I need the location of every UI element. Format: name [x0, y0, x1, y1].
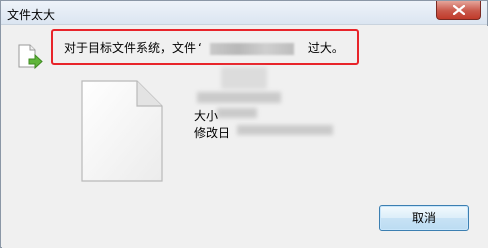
blurred-size-value: [217, 108, 257, 118]
window-title: 文件太大: [7, 8, 56, 22]
size-label: 大小: [194, 109, 219, 123]
cancel-button[interactable]: 取消: [379, 205, 469, 231]
title-bar[interactable]: 文件太大: [1, 1, 487, 25]
message-quote: ‘: [198, 41, 202, 55]
blurred-filename-detail: [197, 92, 281, 103]
dialog-window: 文件太大 对于目标文件系统，文件 ‘ 过大。 大小 修改日 取消: [0, 0, 488, 248]
date-modified-label: 修改日: [194, 126, 231, 140]
error-message: 对于目标文件系统，文件 ‘ 过大。: [64, 39, 344, 56]
close-icon: [453, 5, 465, 15]
file-move-icon: [18, 44, 43, 70]
message-prefix: 对于目标文件系统，文件: [64, 41, 197, 55]
message-suffix: 过大。: [307, 41, 344, 55]
blurred-top-block: [221, 67, 267, 89]
file-icon: [81, 80, 163, 182]
close-button[interactable]: [436, 1, 481, 20]
blurred-date-value: [237, 125, 333, 135]
blurred-filename: [209, 42, 294, 55]
